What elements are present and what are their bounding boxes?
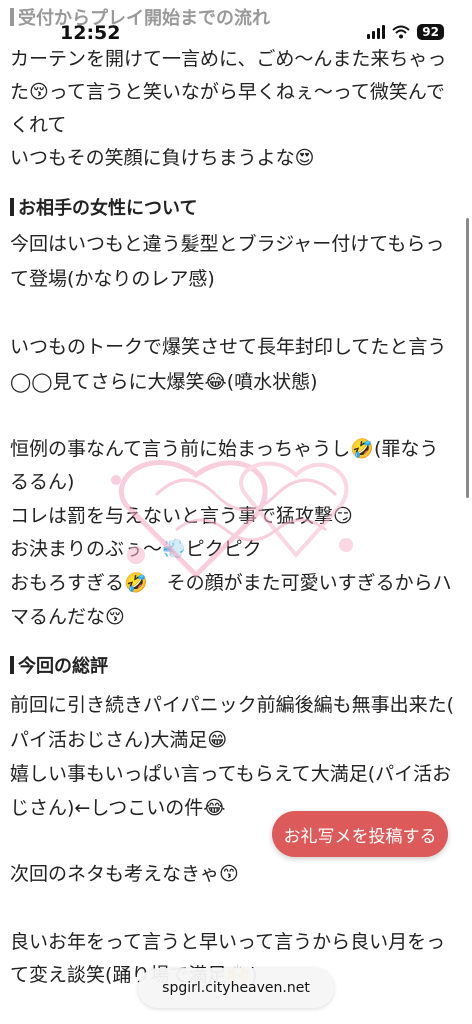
text-line: おもろすぎる🤣 その顔がまた可愛いすぎるからハ — [10, 572, 452, 594]
scrollbar[interactable] — [466, 218, 469, 498]
section-heading: お相手の女性について — [10, 194, 197, 224]
text-line: て登場(かなりのレア感) — [10, 268, 215, 290]
wifi-icon — [392, 25, 410, 39]
text-line: いつもその笑顔に負けちまうよな😍 — [10, 147, 315, 169]
text-line: た😚って言うと笑いながら早くねぇ〜って微笑んで — [10, 81, 445, 103]
text-line: いつものトークで爆笑させて長年封印してたと言う — [10, 336, 447, 358]
status-time: 12:52 — [60, 22, 121, 44]
text-line: マるんだな😚 — [10, 606, 125, 628]
text-line: るるん) — [10, 471, 75, 493]
battery-indicator: 92 — [417, 24, 444, 40]
text-line: くれて — [10, 114, 67, 136]
text-line: 今回はいつもと違う髪型とブラジャー付けてもらっ — [10, 233, 445, 255]
text-line: 次回のネタも考えなきゃ😙 — [10, 863, 239, 885]
text-line: カーテンを開けて一言めに、ごめ〜んまた来ちゃっ — [10, 48, 447, 70]
text-line: お決まりのぶぅ〜💨ピクピク — [10, 538, 262, 560]
text-line: 前回に引き続きパイパニック前編後編も無事出来た( — [10, 694, 455, 716]
text-line: じさん)←しつこいの件😂 — [10, 797, 226, 819]
section-heading: 今回の総評 — [10, 652, 108, 682]
text-line: パイ活おじさん)大満足😁 — [10, 729, 228, 751]
status-bar: 12:52 92 — [0, 0, 472, 46]
text-line: 嬉しい事もいっぱい言ってもらえて大満足(パイ活お — [10, 763, 452, 785]
signal-icon — [367, 25, 386, 39]
browser-url-bar[interactable]: spgirl.cityheaven.net — [138, 968, 334, 1008]
text-line: 良いお年をって言うと早いって言うから良い月をっ — [10, 931, 446, 953]
text-line: 恒例の事なんて言う前に始まっちゃうし🤣(罪なう — [10, 438, 439, 460]
post-thanks-photo-button[interactable]: お礼写メを投稿する — [272, 811, 448, 857]
text-line: ◯◯見てさらに大爆笑😂(噴水状態) — [10, 371, 318, 393]
text-line: コレは罰を与えないと言う事で猛攻撃😏 — [10, 505, 353, 527]
status-icons: 92 — [367, 24, 444, 40]
